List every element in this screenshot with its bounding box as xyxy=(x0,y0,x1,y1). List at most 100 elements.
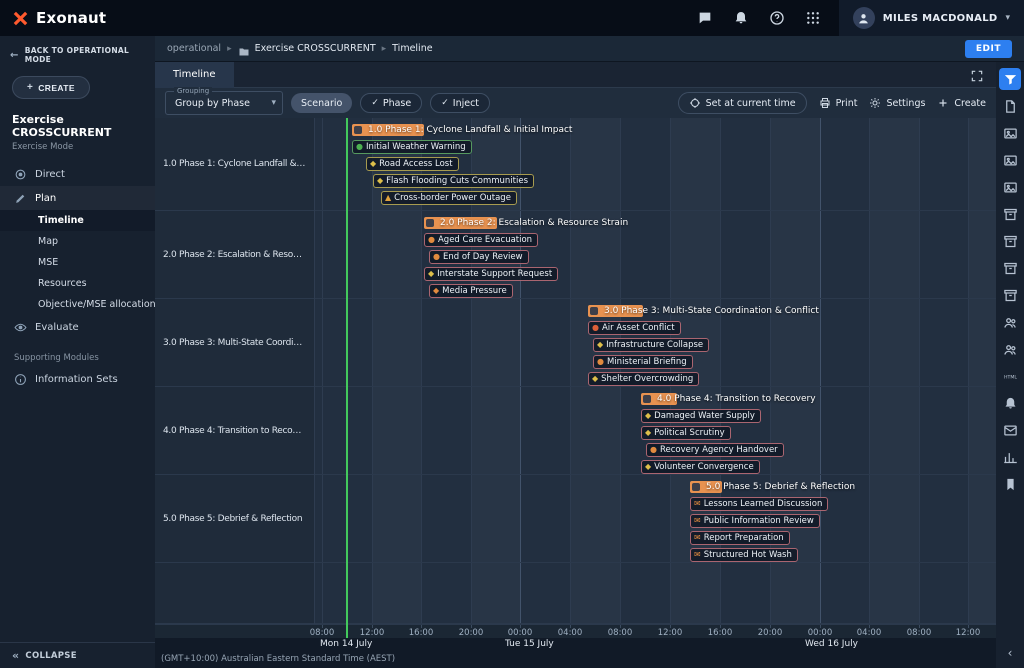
phase-bar-label: 2.0 Phase 2: Escalation & Resource Strai… xyxy=(440,217,628,229)
rail-image-icon-2[interactable] xyxy=(999,122,1021,144)
phase-bar-label: 1.0 Phase 1: Cyclone Landfall & Initial … xyxy=(368,124,572,136)
sidebar-item-label: Evaluate xyxy=(35,322,79,333)
sidebar-collapse-button[interactable]: « COLLAPSE xyxy=(0,642,155,668)
sidebar-subitem-objective-mse-allocation[interactable]: Objective/MSE allocation xyxy=(0,294,155,315)
inject-label: Media Pressure xyxy=(442,286,507,296)
print-button[interactable]: Print xyxy=(819,97,858,109)
inject-pill[interactable]: ●Ministerial Briefing xyxy=(593,355,693,369)
rail-filter-icon-0[interactable] xyxy=(999,68,1021,90)
rail-bookmark-icon-15[interactable] xyxy=(999,473,1021,495)
inject-pill[interactable]: ✉Lessons Learned Discussion xyxy=(690,497,828,511)
filter-chip-inject[interactable]: ✓Inject xyxy=(430,93,490,113)
inject-pill[interactable]: ◆Flash Flooding Cuts Communities xyxy=(373,174,534,188)
inject-pill[interactable]: ●Initial Weather Warning xyxy=(352,140,472,154)
rail-archive-icon-5[interactable] xyxy=(999,203,1021,225)
tick-label: 12:00 xyxy=(360,628,385,638)
inject-pill[interactable]: ◆Interstate Support Request xyxy=(424,267,558,281)
right-icon-rail: HTML ‹ xyxy=(996,62,1024,668)
fullscreen-icon[interactable] xyxy=(970,68,984,82)
topbar-actions: MILES MACDONALD ▾ xyxy=(687,0,1024,36)
action-label: Settings xyxy=(886,98,925,109)
inject-pill[interactable]: ●Recovery Agency Handover xyxy=(646,443,784,457)
create-button[interactable]: + CREATE xyxy=(12,76,90,99)
inject-label: Report Preparation xyxy=(704,533,784,543)
timeline-row: 2.0 Phase 2: Escalation & Resource Strai… xyxy=(315,211,996,299)
rail-bell-icon-12[interactable] xyxy=(999,392,1021,414)
phase-bar-label: 4.0 Phase 4: Transition to Recovery xyxy=(657,393,816,405)
timeline-row-label: 3.0 Phase 3: Multi-State Coordination... xyxy=(155,299,314,387)
breadcrumb: operational ▸ Exercise CROSSCURRENT ▸ Ti… xyxy=(155,36,1024,62)
sidebar-item-label: Direct xyxy=(35,169,65,180)
info-icon xyxy=(14,373,27,386)
timeline-toolbar: Grouping Group by Phase ▾ Scenario ✓Phase… xyxy=(155,88,996,118)
day-axis-labels: Mon 14 JulyTue 15 JulyWed 16 July xyxy=(315,638,996,651)
action-label: Print xyxy=(836,98,858,109)
filter-chip-scenario[interactable]: Scenario xyxy=(291,93,352,113)
chip-label: Scenario xyxy=(301,98,342,109)
help-icon[interactable] xyxy=(769,10,785,26)
inject-pill[interactable]: ◆Volunteer Convergence xyxy=(641,460,760,474)
inject-pill[interactable]: ◆Media Pressure xyxy=(429,284,513,298)
rail-image-icon-3[interactable] xyxy=(999,149,1021,171)
inject-pill[interactable]: ●Air Asset Conflict xyxy=(588,321,681,335)
row-label-text: 4.0 Phase 4: Transition to Recovery xyxy=(163,426,306,436)
rail-chart-icon-14[interactable] xyxy=(999,446,1021,468)
envelope-icon: ✉ xyxy=(694,551,701,559)
check-icon: ✓ xyxy=(371,98,379,108)
sidebar-subitem-resources[interactable]: Resources xyxy=(0,273,155,294)
rail-people-icon-9[interactable] xyxy=(999,311,1021,333)
tab-timeline[interactable]: Timeline xyxy=(155,62,234,88)
filter-chip-phase[interactable]: ✓Phase xyxy=(360,93,422,113)
apps-icon[interactable] xyxy=(805,10,821,26)
inject-pill[interactable]: ◆Political Scrutiny xyxy=(641,426,731,440)
grouping-select[interactable]: Grouping Group by Phase ▾ xyxy=(165,91,283,115)
inject-pill[interactable]: ▲Cross-border Power Outage xyxy=(381,191,517,205)
rail-document-icon-1[interactable] xyxy=(999,95,1021,117)
rail-mail-icon-13[interactable] xyxy=(999,419,1021,441)
breadcrumb-operational[interactable]: operational xyxy=(167,43,221,54)
sidebar-subitem-mse[interactable]: MSE xyxy=(0,252,155,273)
settings-button[interactable]: Settings xyxy=(869,97,925,109)
notifications-icon[interactable] xyxy=(733,10,749,26)
chat-icon[interactable] xyxy=(697,10,713,26)
inject-pill[interactable]: ◆Shelter Overcrowding xyxy=(588,372,699,386)
time-axis-ticks: 08:0012:0016:0020:0000:0004:0008:0012:00… xyxy=(315,625,996,638)
sidebar-subitem-timeline[interactable]: Timeline xyxy=(0,210,155,231)
rail-collapse-icon[interactable]: ‹ xyxy=(1008,646,1013,660)
plus-icon: + xyxy=(27,82,33,93)
inject-pill[interactable]: ◆Damaged Water Supply xyxy=(641,409,761,423)
breadcrumb-exercise[interactable]: Exercise CROSSCURRENT xyxy=(255,43,376,54)
rail-image-icon-4[interactable] xyxy=(999,176,1021,198)
rail-html-icon-11[interactable]: HTML xyxy=(999,365,1021,387)
toolbar-actions: Set at current time Print Settings Create xyxy=(678,92,986,114)
rail-archive-icon-6[interactable] xyxy=(999,230,1021,252)
envelope-icon: ✉ xyxy=(694,500,701,508)
main-area: operational ▸ Exercise CROSSCURRENT ▸ Ti… xyxy=(155,36,1024,668)
inject-pill[interactable]: ✉Structured Hot Wash xyxy=(690,548,798,562)
sidebar-item-evaluate[interactable]: Evaluate xyxy=(0,315,155,339)
edit-button[interactable]: EDIT xyxy=(965,40,1012,58)
create-button[interactable]: Create xyxy=(937,97,986,109)
sidebar-item-information-sets[interactable]: Information Sets xyxy=(0,367,155,391)
inject-pill[interactable]: ●End of Day Review xyxy=(429,250,529,264)
sidebar-item-direct[interactable]: Direct xyxy=(0,162,155,186)
inject-pill[interactable]: ✉Report Preparation xyxy=(690,531,790,545)
set-at-current-time-button[interactable]: Set at current time xyxy=(678,92,807,114)
inject-label: Shelter Overcrowding xyxy=(601,374,693,384)
day-label: Wed 16 July xyxy=(805,639,858,649)
inject-pill[interactable]: ◆Road Access Lost xyxy=(366,157,459,171)
inject-pill[interactable]: ●Aged Care Evacuation xyxy=(424,233,538,247)
rail-archive-icon-8[interactable] xyxy=(999,284,1021,306)
inject-pill[interactable]: ✉Public Information Review xyxy=(690,514,820,528)
tick-label: 08:00 xyxy=(907,628,932,638)
timeline-rows: 1.0 Phase 1: Cyclone Landfall & Initial … xyxy=(315,118,996,624)
exonaut-logo-icon xyxy=(12,10,29,27)
sidebar-item-plan[interactable]: Plan xyxy=(0,186,155,210)
rail-archive-icon-7[interactable] xyxy=(999,257,1021,279)
back-to-operational-mode[interactable]: ← BACK TO OPERATIONAL MODE xyxy=(0,36,155,70)
sidebar-subitem-map[interactable]: Map xyxy=(0,231,155,252)
user-menu[interactable]: MILES MACDONALD ▾ xyxy=(839,0,1024,36)
inject-pill[interactable]: ◆Infrastructure Collapse xyxy=(593,338,709,352)
printer-icon xyxy=(819,97,831,109)
rail-people-icon-10[interactable] xyxy=(999,338,1021,360)
